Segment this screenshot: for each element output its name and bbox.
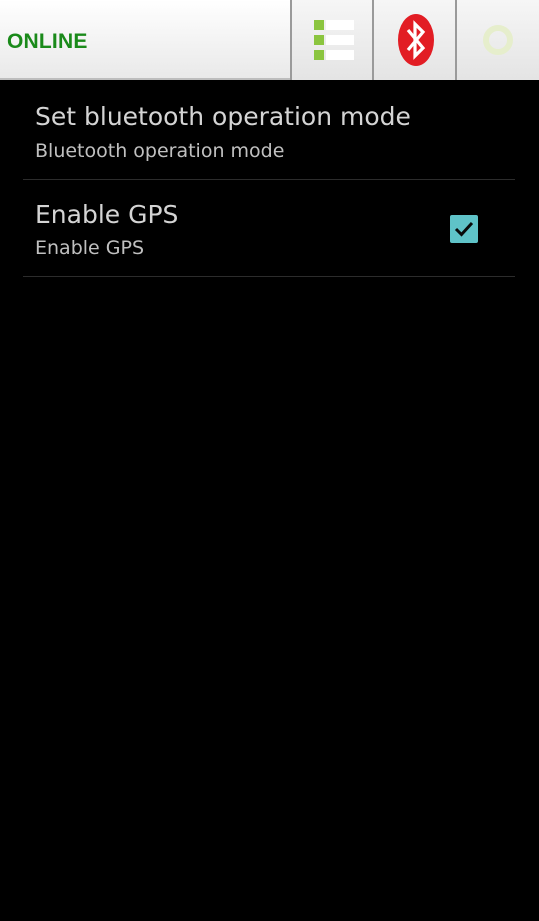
pref-summary: Enable GPS bbox=[35, 237, 144, 259]
bluetooth-icon bbox=[398, 14, 434, 66]
status-ring-icon bbox=[483, 25, 513, 55]
pref-bluetooth-mode[interactable]: Set bluetooth operation mode Bluetooth o… bbox=[23, 82, 515, 180]
checkmark-icon bbox=[454, 221, 474, 237]
pref-title: Set bluetooth operation mode bbox=[35, 102, 411, 131]
list-menu-button[interactable] bbox=[290, 0, 373, 80]
connection-status: ONLINE bbox=[7, 30, 88, 53]
pref-enable-gps[interactable]: Enable GPS Enable GPS bbox=[23, 180, 515, 277]
status-ring-button[interactable] bbox=[455, 0, 539, 80]
bluetooth-button[interactable] bbox=[372, 0, 456, 80]
list-icon bbox=[314, 20, 354, 60]
pref-summary: Bluetooth operation mode bbox=[35, 140, 285, 162]
action-bar: ONLINE bbox=[0, 0, 539, 80]
gps-checkbox[interactable] bbox=[450, 215, 478, 243]
pref-title: Enable GPS bbox=[35, 200, 179, 229]
